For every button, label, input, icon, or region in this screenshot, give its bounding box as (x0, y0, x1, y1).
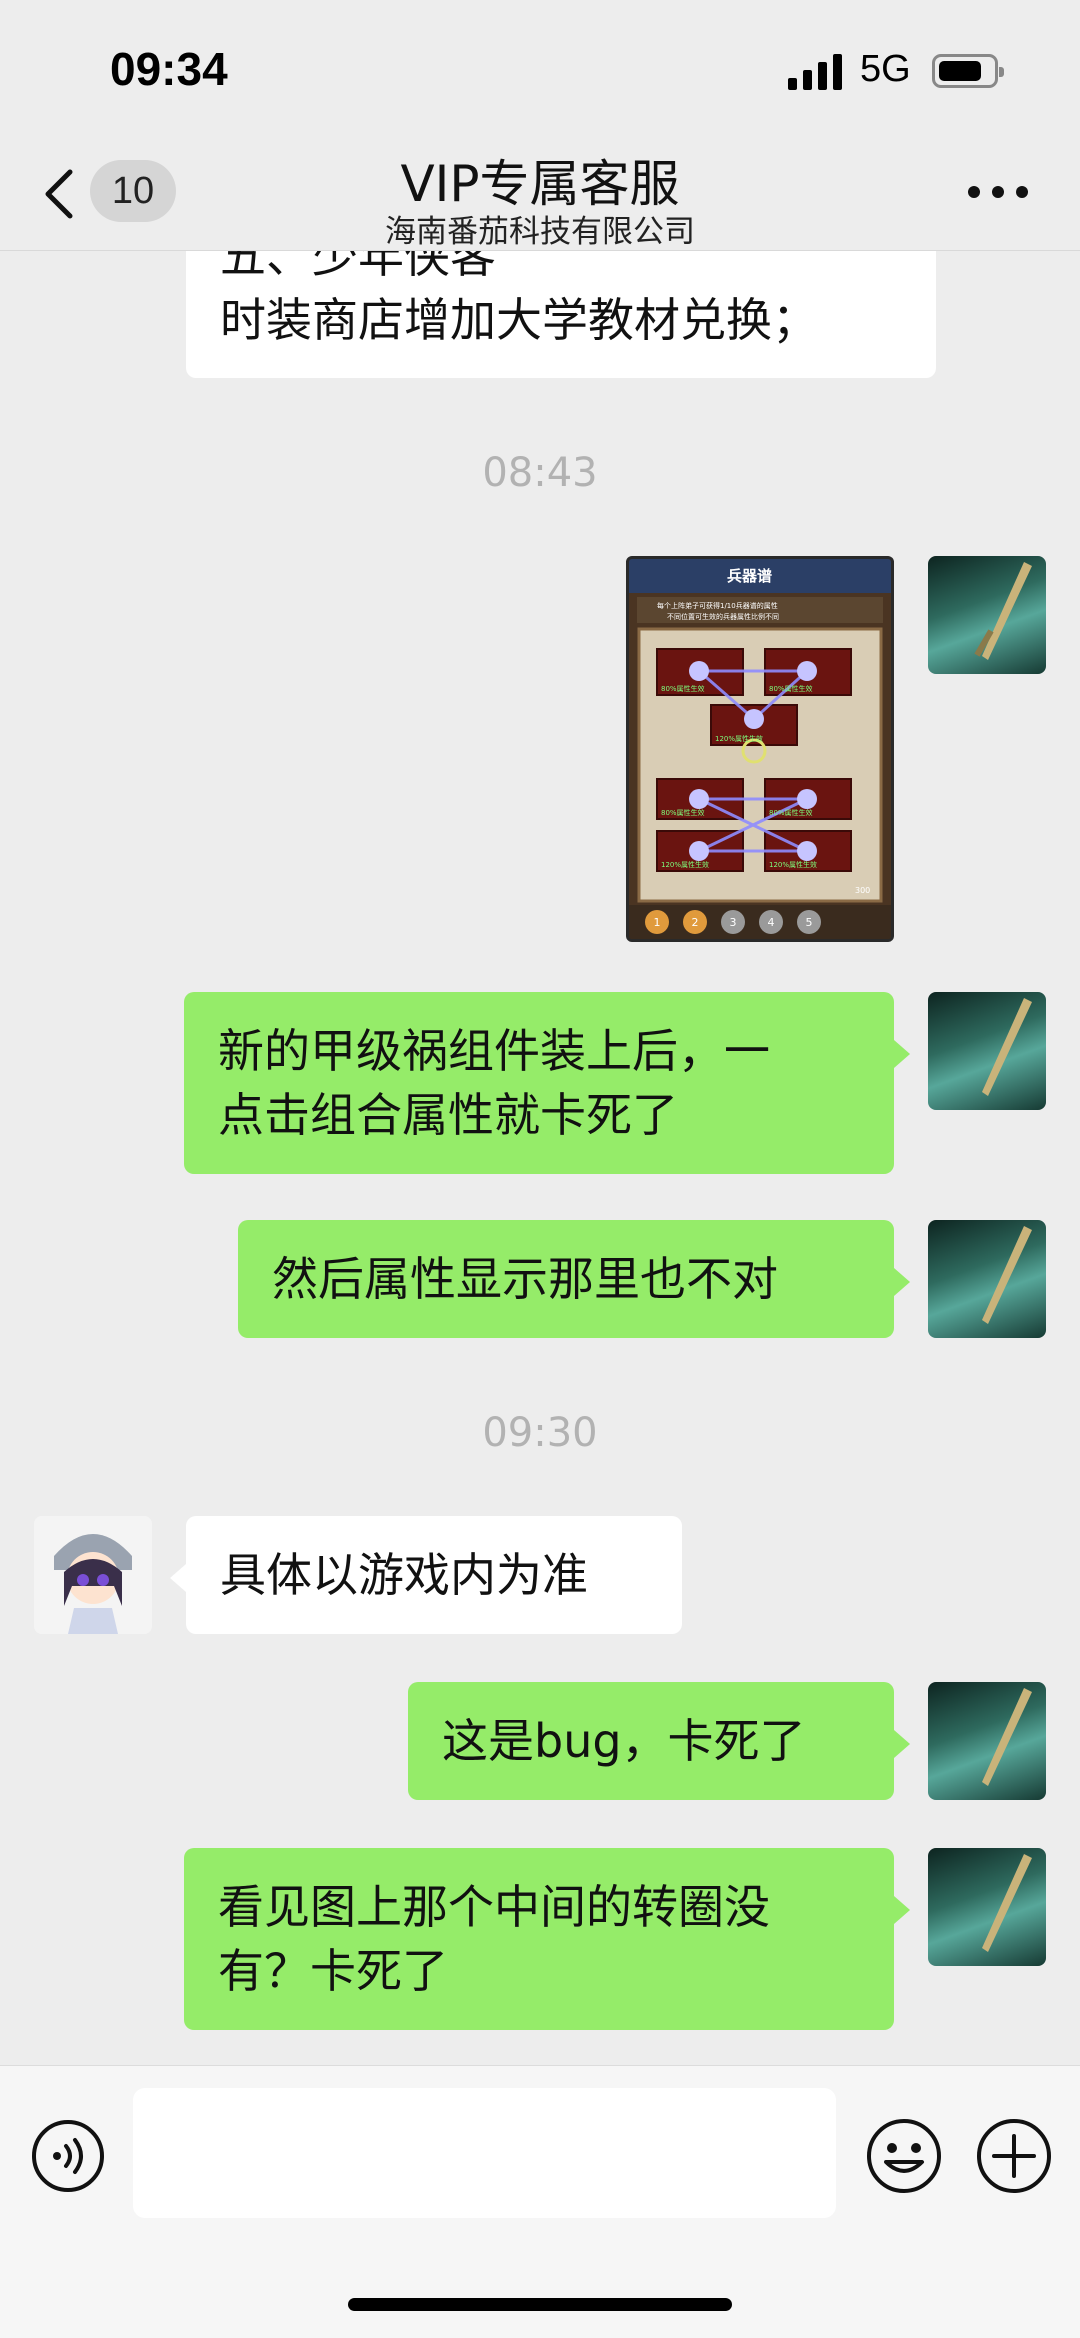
svg-text:300: 300 (855, 886, 870, 895)
network-type: 5G (860, 48, 911, 90)
nav-bar: 10 VIP专属客服 海南番茄科技有限公司 (0, 140, 1080, 251)
message-input[interactable] (133, 2088, 836, 2218)
message-bubble-sent[interactable]: 这是bug，卡死了 (408, 1682, 910, 1800)
signal-icon (788, 54, 842, 90)
battery-icon (932, 54, 1004, 88)
status-bar: 09:34 5G (0, 0, 1080, 140)
message-text: 具体以游戏内为准 (220, 1548, 588, 1602)
message-bubble-sent[interactable]: 然后属性显示那里也不对 (238, 1220, 910, 1338)
voice-icon[interactable] (30, 2118, 106, 2194)
message-bubble-sent[interactable]: 看见图上那个中间的转圈没 有？卡死了 (184, 1848, 910, 2030)
message-text: 这是bug，卡死了 (442, 1714, 806, 1768)
message-text: 时装商店增加大学教材兑换； (220, 293, 818, 347)
message-text: 新的甲级祸组件装上后，一 (218, 1024, 770, 1078)
svg-text:80%属性生效: 80%属性生效 (661, 684, 705, 693)
svg-text:4: 4 (768, 916, 775, 929)
svg-text:3: 3 (730, 916, 737, 929)
plus-icon[interactable] (974, 2116, 1054, 2196)
self-avatar[interactable] (928, 1682, 1046, 1800)
svg-text:120%属性生效: 120%属性生效 (661, 860, 709, 869)
timestamp: 09:30 (482, 1410, 598, 1456)
message-bubble-sent[interactable]: 新的甲级祸组件装上后，一 点击组合属性就卡死了 (184, 992, 910, 1174)
message-text: 看见图上那个中间的转圈没 (218, 1880, 770, 1934)
svg-text:5: 5 (806, 916, 813, 929)
game-screenshot: 兵器谱 每个上阵弟子可获得1/10兵器谱的属性 不同位置可生效的兵器属性比例不同… (629, 559, 891, 939)
message-text: 五、少年侠客 (220, 250, 496, 283)
home-indicator[interactable] (348, 2298, 732, 2311)
emoji-icon[interactable] (864, 2116, 944, 2196)
svg-text:120%属性生效: 120%属性生效 (769, 860, 817, 869)
contact-avatar[interactable] (34, 1516, 152, 1634)
svg-text:每个上阵弟子可获得1/10兵器谱的属性: 每个上阵弟子可获得1/10兵器谱的属性 (657, 601, 778, 610)
svg-text:1: 1 (654, 916, 661, 929)
svg-text:2: 2 (692, 916, 699, 929)
self-avatar[interactable] (928, 1220, 1046, 1338)
self-avatar[interactable] (928, 556, 1046, 674)
message-text: 点击组合属性就卡死了 (218, 1088, 678, 1142)
status-time: 09:34 (110, 43, 228, 95)
chat-subtitle: 海南番茄科技有限公司 (385, 214, 695, 250)
message-text: 然后属性显示那里也不对 (272, 1252, 778, 1306)
image-message[interactable]: 兵器谱 每个上阵弟子可获得1/10兵器谱的属性 不同位置可生效的兵器属性比例不同… (626, 556, 894, 942)
timestamp: 08:43 (482, 450, 598, 496)
self-avatar[interactable] (928, 1848, 1046, 1966)
svg-text:80%属性生效: 80%属性生效 (769, 808, 813, 817)
more-dots-icon[interactable] (968, 180, 1028, 204)
svg-text:80%属性生效: 80%属性生效 (661, 808, 705, 817)
svg-text:不同位置可生效的兵器属性比例不同: 不同位置可生效的兵器属性比例不同 (667, 612, 779, 621)
svg-text:120%属性生效: 120%属性生效 (715, 734, 763, 743)
message-bubble-received[interactable]: 具体以游戏内为准 (170, 1516, 682, 1634)
svg-text:兵器谱: 兵器谱 (727, 567, 772, 585)
self-avatar[interactable] (928, 992, 1046, 1110)
svg-text:80%属性生效: 80%属性生效 (769, 684, 813, 693)
message-text: 有？卡死了 (218, 1944, 448, 1998)
message-bubble-received[interactable]: 五、少年侠客 时装商店增加大学教材兑换； (186, 250, 936, 378)
chat-area[interactable]: 五、少年侠客 时装商店增加大学教材兑换； 08:43 兵器谱 每个上阵弟子可获得… (0, 250, 1080, 2065)
